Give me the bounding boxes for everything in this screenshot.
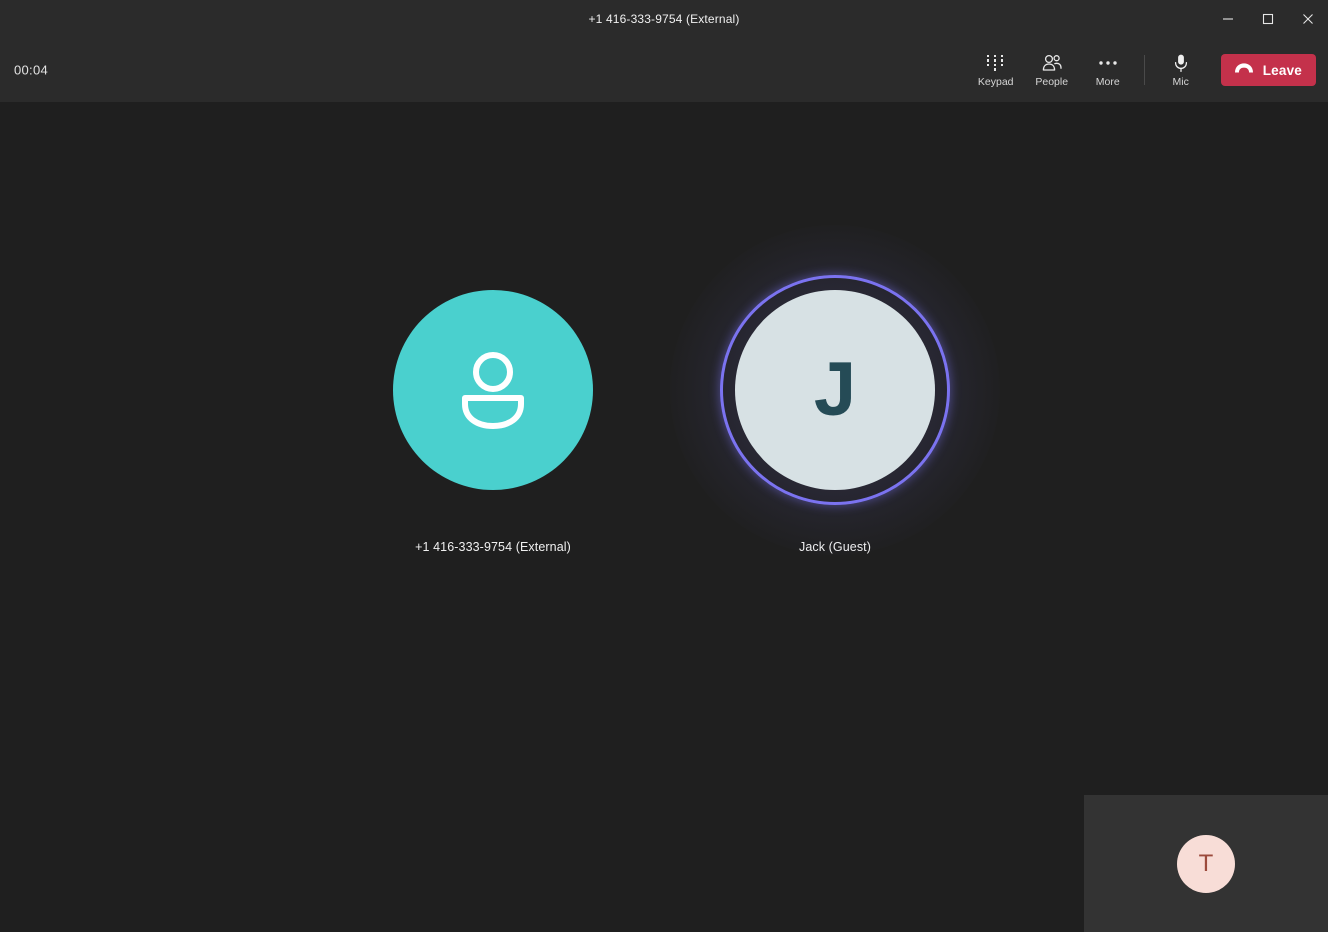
self-view-tile[interactable]: T [1084,795,1328,932]
keypad-button[interactable]: Keypad [968,44,1024,96]
leave-button[interactable]: Leave [1220,54,1316,86]
more-button[interactable]: More [1080,44,1136,96]
people-icon [1041,53,1063,73]
leave-label: Leave [1262,62,1302,78]
participant-tile-jack[interactable]: J Jack (Guest) [670,225,1000,555]
more-label: More [1095,75,1120,88]
maximize-icon [1262,13,1274,25]
participant-name: Jack (Guest) [798,540,872,554]
call-toolbar: 00:04 Keypad People More Mic Leave [0,38,1328,103]
participant-avatar-wrap [373,270,613,510]
more-ellipsis-icon [1098,53,1118,73]
participant-avatar-wrap: J [670,225,1000,555]
participant-tile-external[interactable]: +1 416-333-9754 (External) [348,270,638,554]
window-controls [1208,0,1328,38]
toolbar-divider [1143,55,1145,85]
call-stage: +1 416-333-9754 (External) J Jack (Guest… [0,102,1328,932]
close-button[interactable] [1288,0,1328,38]
participant-name: +1 416-333-9754 (External) [415,540,571,554]
avatar: J [735,290,935,490]
minimize-icon [1223,18,1233,20]
teams-call-window: +1 416-333-9754 (External) 00:04 Keypad … [0,0,1328,932]
people-button[interactable]: People [1024,44,1080,96]
avatar [393,290,593,490]
self-view-avatar: T [1177,834,1235,893]
call-timer: 00:04 [14,62,49,78]
people-label: People [1035,75,1069,88]
keypad-icon [986,53,1004,73]
participant-tiles: +1 416-333-9754 (External) J Jack (Guest… [0,102,1328,722]
keypad-label: Keypad [977,75,1014,88]
person-icon [462,352,524,429]
call-actions: Keypad People More Mic Leave [968,38,1316,102]
maximize-button[interactable] [1248,0,1288,38]
title-bar: +1 416-333-9754 (External) [0,0,1328,39]
minimize-button[interactable] [1208,0,1248,38]
hangup-phone-icon [1233,61,1255,79]
mic-button[interactable]: Mic [1153,44,1209,96]
close-icon [1303,14,1313,24]
microphone-icon [1172,53,1190,73]
window-title: +1 416-333-9754 (External) [588,12,740,26]
mic-label: Mic [1172,75,1189,88]
